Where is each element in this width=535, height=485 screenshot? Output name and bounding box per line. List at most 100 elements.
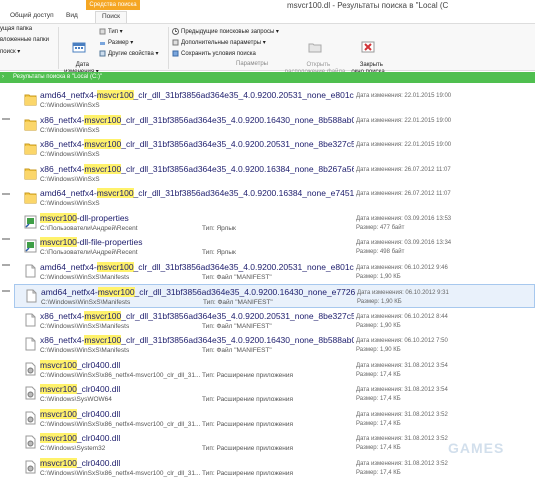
result-name-suffix: _clr0400.dll — [76, 408, 121, 419]
result-name[interactable]: x86_netfx4-msvcr100_clr_dll_31bf3856ad36… — [40, 114, 354, 125]
dll-file-icon — [24, 362, 37, 378]
advanced-options-label: Дополнительные параметры ▾ — [181, 40, 266, 47]
result-row[interactable]: x86_netfx4-msvcr100_clr_dll_31bf3856ad36… — [14, 333, 535, 357]
options-icon — [172, 39, 179, 46]
result-path: C:\Windows\WinSxS — [40, 151, 100, 158]
search-term-highlight: msvcr100 — [96, 90, 134, 100]
navigation-pane[interactable] — [0, 84, 12, 485]
result-path: C:\Windows\WinSxS — [40, 126, 100, 134]
result-name-prefix: amd64_netfx4- — [41, 287, 98, 297]
result-name[interactable]: amd64_netfx4-msvcr100_clr_dll_31bf3856ad… — [40, 261, 354, 272]
search-term-highlight: msvcr100 — [40, 237, 77, 247]
other-properties-label: Другие свойства ▾ — [108, 51, 159, 58]
search-term-highlight: msvcr100 — [84, 114, 122, 125]
result-row[interactable]: msvcr100-dll-properties C:\Пользователи\А… — [14, 211, 535, 235]
recent-searches-button[interactable]: Предыдущие поисковые запросы ▾ — [172, 28, 279, 35]
result-row[interactable]: msvcr100_clr0400.dll C:\Windows\WinSxS\x8… — [14, 407, 535, 431]
type-filter[interactable]: Тип ▾ — [99, 28, 123, 35]
result-name-suffix: _clr0400.dll — [76, 359, 121, 370]
result-row[interactable]: x86_netfx4-msvcr100_clr_dll_31bf3856ad36… — [14, 113, 535, 137]
file-icon — [25, 289, 38, 305]
context-tab-search-tools[interactable]: Средства поиска — [86, 0, 140, 10]
result-name-suffix: _clr_dll_31bf3856ad364e35_4.0.9200.20531… — [133, 261, 354, 272]
result-row[interactable]: msvcr100_clr0400.dll C:\Windows\SysWOW64 Т… — [14, 382, 535, 406]
result-name-suffix: _clr_dll_31bf3856ad364e35_4.0.9200.20531… — [121, 310, 354, 321]
folder-icon — [24, 141, 37, 157]
other-properties-filter[interactable]: Другие свойства ▾ — [99, 50, 159, 57]
shortcut-icon — [24, 239, 37, 255]
result-type: Тип: Расширение приложения — [202, 469, 294, 477]
result-type: Тип: Расширение приложения — [202, 371, 294, 379]
result-name-suffix: _clr_dll_31bf3856ad364e35_4.0.9200.16384… — [133, 188, 354, 198]
result-name[interactable]: x86_netfx4-msvcr100_clr_dll_31bf3856ad36… — [40, 163, 354, 174]
location-subfolders[interactable]: вложенные папки — [0, 37, 49, 43]
result-name-suffix: _clr0400.dll — [76, 384, 121, 394]
result-name-suffix: _clr_dll_31bf3856ad364e35_4.0.9200.16430… — [134, 287, 355, 297]
result-name[interactable]: msvcr100_clr0400.dll — [40, 359, 121, 370]
save-search-button[interactable]: Сохранить условия поиска — [172, 50, 256, 57]
result-name[interactable]: msvcr100_clr0400.dll — [40, 433, 120, 443]
result-type: Тип: Расширение приложения — [202, 396, 294, 403]
result-size: Размер: 1,90 КБ — [356, 273, 401, 280]
result-path: C:\Windows\WinSxS\x86_netfx4-msvcr100_cl… — [40, 469, 201, 477]
location-search-again[interactable]: поиск ▾ — [0, 48, 20, 55]
recent-searches-label: Предыдущие поисковые запросы ▾ — [181, 29, 279, 36]
open-folder-icon — [308, 43, 322, 53]
result-name[interactable]: amd64_netfx4-msvcr100_clr_dll_31bf3856ad… — [40, 90, 354, 100]
result-name[interactable]: x86_netfx4-msvcr100_clr_dll_31bf3856ad36… — [40, 310, 354, 321]
save-icon — [172, 50, 179, 57]
result-date-modified: Дата изменения: 31.08.2012 3:52 — [356, 460, 448, 467]
chevron-right-icon: › — [2, 74, 4, 80]
dll-file-icon — [24, 435, 37, 451]
tab-view[interactable]: Вид — [66, 12, 78, 19]
result-date-modified: Дата изменения: 03.09.2016 13:34 — [356, 240, 452, 246]
result-row[interactable]: amd64_netfx4-msvcr100_clr_dll_31bf3856ad… — [14, 260, 535, 284]
ribbon-group-label: Параметры — [236, 61, 268, 67]
tab-search[interactable]: Поиск — [95, 11, 128, 23]
result-date-modified: Дата изменения: 22.01.2015 19:00 — [356, 93, 452, 99]
result-name-suffix: _clr_dll_31bf3856ad364e35_4.0.9200.16430… — [121, 335, 354, 345]
search-term-highlight: msvcr100 — [40, 457, 77, 468]
result-row[interactable]: amd64_netfx4-msvcr100_clr_dll_31bf3856ad… — [14, 88, 535, 112]
result-path: C:\Windows\WinSxS — [40, 200, 100, 207]
result-row[interactable]: x86_netfx4-msvcr100_clr_dll_31bf3856ad36… — [14, 309, 535, 333]
result-name[interactable]: msvcr100-dll-properties — [40, 212, 129, 223]
result-row[interactable]: amd64_netfx4-msvcr100_clr_dll_31bf3856ad… — [14, 284, 535, 308]
result-row[interactable]: msvcr100-dll-file-properties C:\Пользоват… — [14, 235, 535, 259]
result-size: Размер: 17,4 КБ — [356, 420, 401, 427]
result-path: C:\Windows\WinSxS — [40, 175, 100, 183]
result-name[interactable]: msvcr100_clr0400.dll — [40, 384, 120, 394]
result-name-suffix: _clr_dll_31bf3856ad364e35_4.0.9200.20531… — [121, 139, 354, 149]
watermark: GAMES — [448, 440, 505, 456]
result-date-modified: Дата изменения: 31.08.2012 3:54 — [356, 387, 448, 393]
result-row[interactable]: x86_netfx4-msvcr100_clr_dll_31bf3856ad36… — [14, 162, 535, 186]
result-name[interactable]: x86_netfx4-msvcr100_clr_dll_31bf3856ad36… — [40, 335, 354, 345]
search-term-highlight: msvcr100 — [84, 335, 122, 345]
result-name[interactable]: amd64_netfx4-msvcr100_clr_dll_31bf3856ad… — [40, 188, 354, 198]
result-name-prefix: amd64_netfx4- — [40, 90, 97, 100]
result-size: Размер: 498 байт — [356, 249, 405, 255]
address-bar[interactable]: › Результаты поиска в "Local (C:)" — [0, 72, 535, 83]
result-row[interactable]: amd64_netfx4-msvcr100_clr_dll_31bf3856ad… — [14, 186, 535, 210]
size-filter[interactable]: Размер ▾ — [99, 39, 133, 46]
result-row[interactable]: msvcr100_clr0400.dll C:\Windows\WinSxS\x8… — [14, 358, 535, 382]
result-name[interactable]: msvcr100-dll-file-properties — [40, 237, 143, 247]
tab-share[interactable]: Общий доступ — [10, 12, 54, 19]
result-name[interactable]: msvcr100_clr0400.dll — [40, 457, 120, 468]
location-current-folder[interactable]: ущая папка — [0, 26, 32, 32]
result-date-modified: Дата изменения: 06.10.2012 8:44 — [356, 313, 448, 320]
size-icon — [100, 42, 105, 45]
properties-icon — [99, 50, 106, 57]
result-name-prefix: x86_netfx4- — [40, 163, 85, 174]
result-name[interactable]: x86_netfx4-msvcr100_clr_dll_31bf3856ad36… — [40, 139, 354, 149]
result-size: Размер: 477 байт — [356, 224, 405, 231]
result-type: Тип: Файл "MANIFEST" — [203, 299, 273, 306]
result-path: C:\Windows\System32 — [40, 445, 106, 452]
advanced-options-button[interactable]: Дополнительные параметры ▾ — [172, 39, 266, 46]
result-row[interactable]: x86_netfx4-msvcr100_clr_dll_31bf3856ad36… — [14, 137, 535, 161]
type-filter-label: Тип ▾ — [108, 29, 123, 36]
result-name[interactable]: msvcr100_clr0400.dll — [40, 408, 121, 419]
result-size: Размер: 1,90 КБ — [356, 347, 401, 353]
result-size: Размер: 17,4 КБ — [356, 396, 401, 402]
result-name[interactable]: amd64_netfx4-msvcr100_clr_dll_31bf3856ad… — [41, 287, 355, 297]
